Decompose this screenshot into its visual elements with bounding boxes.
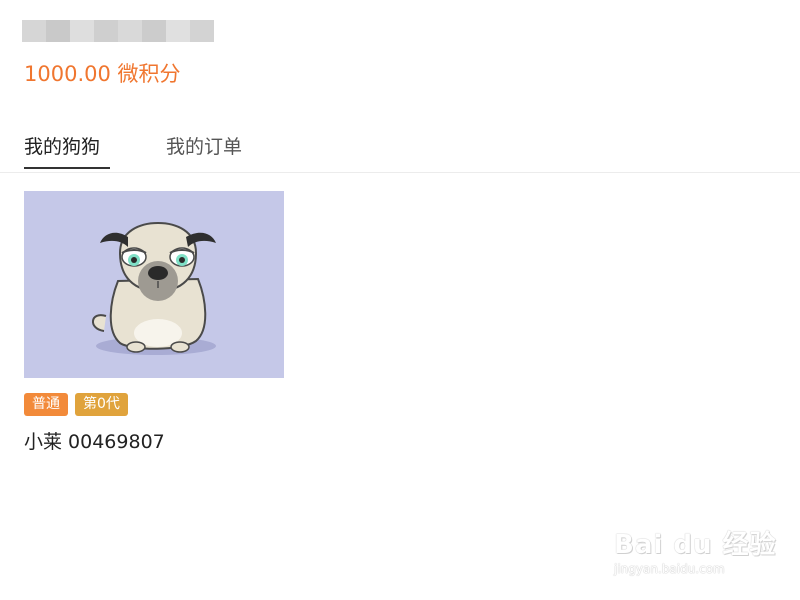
dog-illustration bbox=[24, 191, 284, 378]
app-page: 1000.00 微积分 我的狗狗 我的订单 普通 第0代 小莱 00469807… bbox=[0, 0, 800, 600]
watermark-logo: Bai du 经验 bbox=[614, 530, 777, 560]
points-balance: 1000.00 微积分 bbox=[24, 62, 181, 86]
rarity-badge: 普通 bbox=[24, 393, 68, 416]
watermark-site: jingyan.baidu.com bbox=[614, 562, 725, 576]
tab-my-orders[interactable]: 我的订单 bbox=[166, 132, 242, 159]
dog-badges: 普通 第0代 bbox=[24, 393, 128, 416]
blurred-username bbox=[22, 20, 214, 42]
dog-card[interactable]: 普通 第0代 小莱 00469807 bbox=[24, 191, 286, 453]
dog-image bbox=[24, 191, 284, 378]
tab-bar: 我的狗狗 我的订单 bbox=[0, 122, 800, 173]
dog-name: 小莱 00469807 bbox=[24, 431, 165, 453]
active-tab-indicator bbox=[24, 167, 110, 169]
baidu-jingyan-watermark: Bai du 经验 jingyan.baidu.com bbox=[610, 512, 776, 584]
generation-badge: 第0代 bbox=[75, 393, 128, 416]
tab-my-dogs[interactable]: 我的狗狗 bbox=[24, 132, 100, 159]
